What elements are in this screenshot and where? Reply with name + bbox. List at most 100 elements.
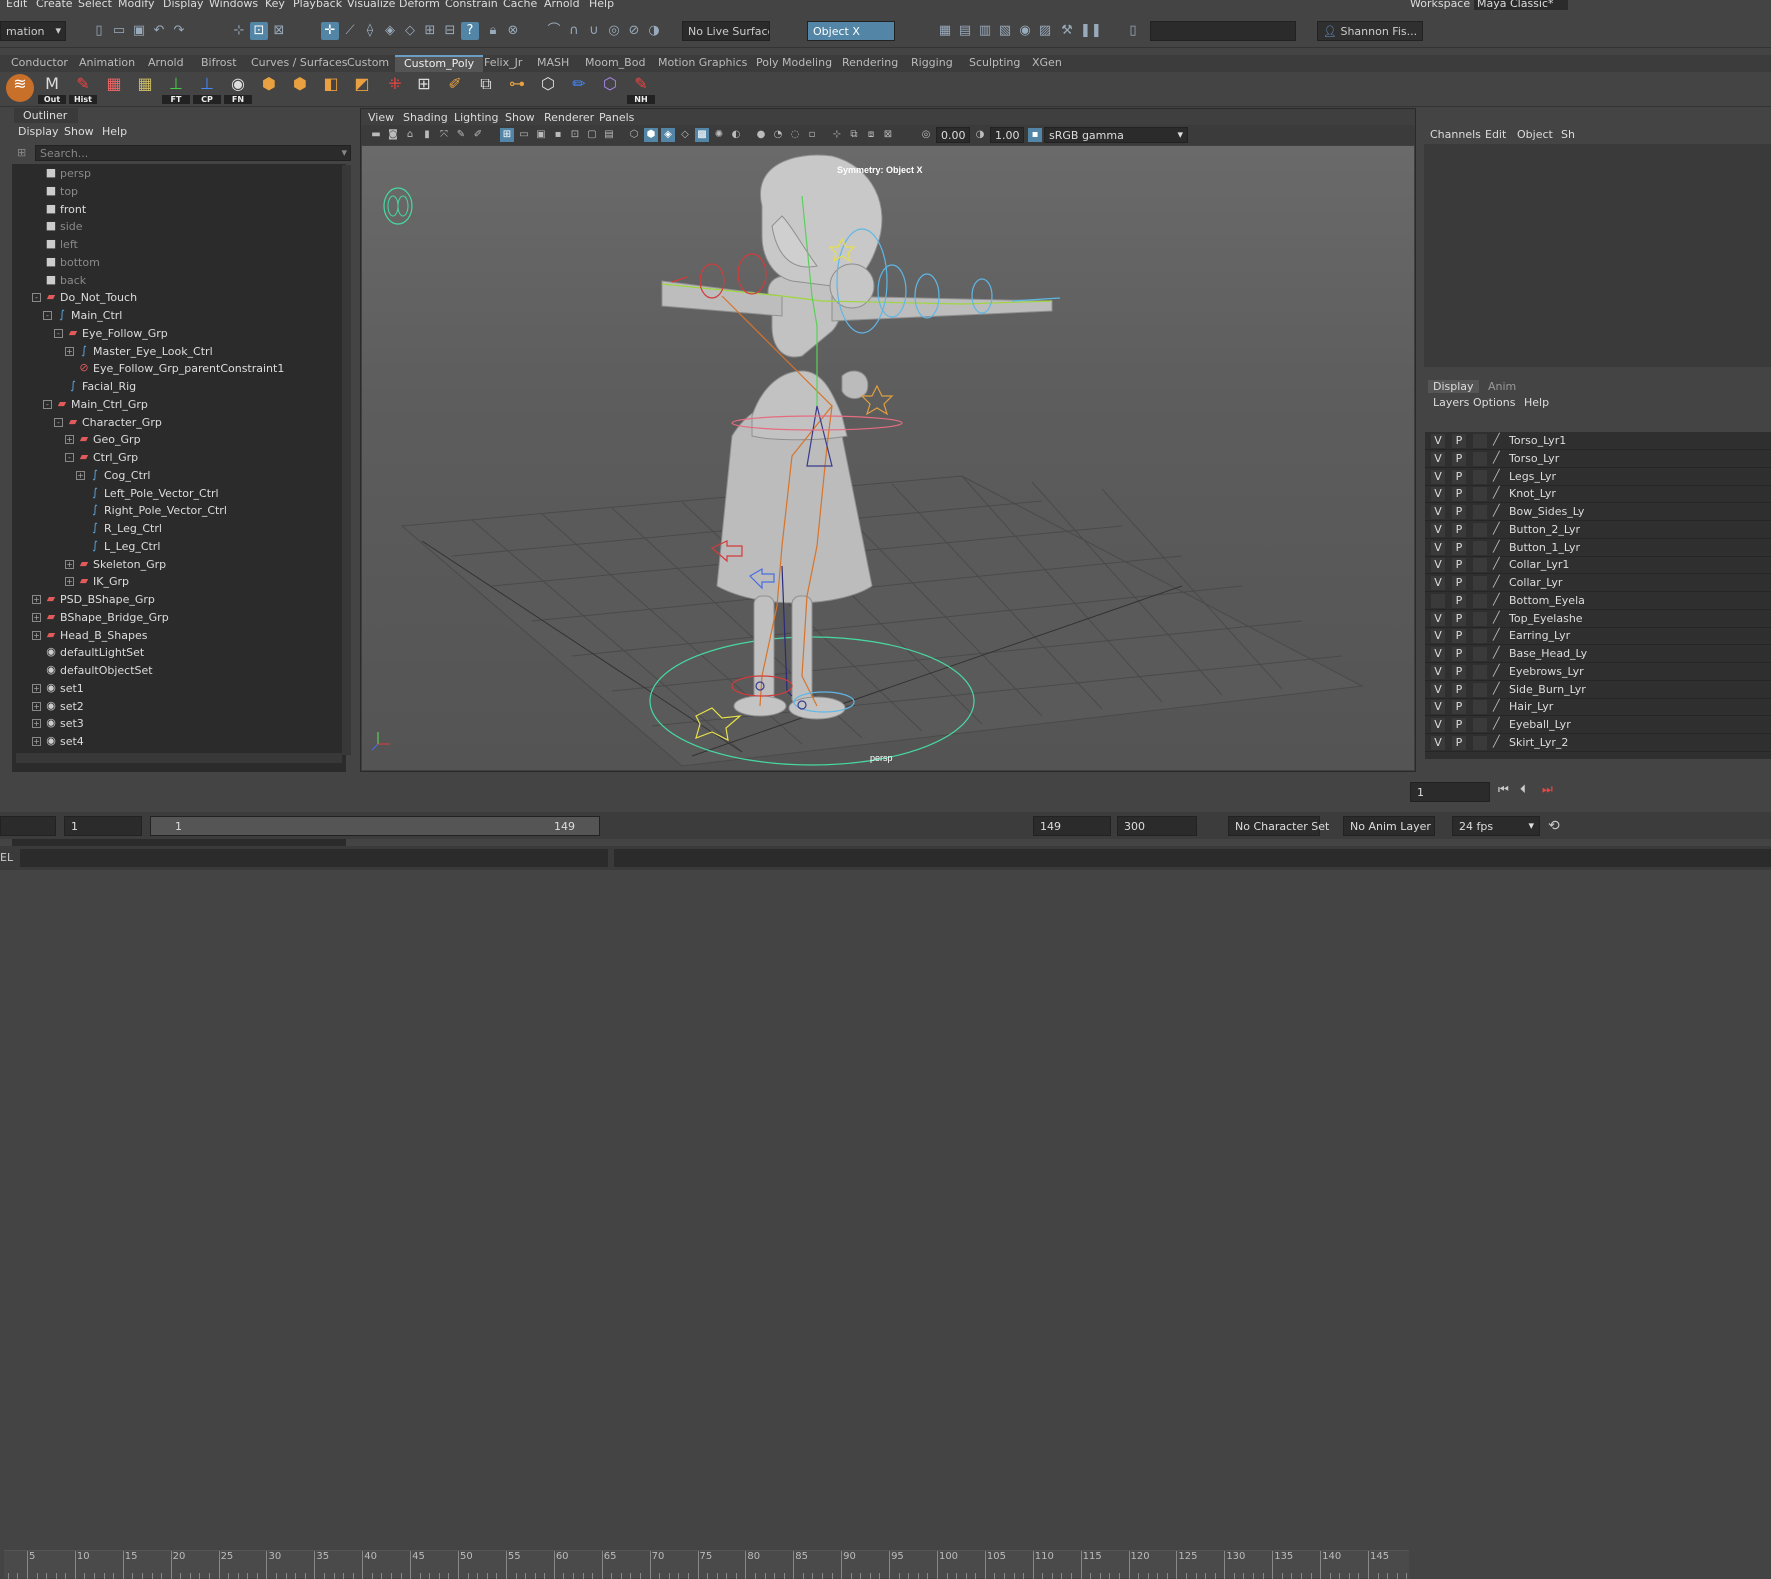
outliner-item[interactable]: + ∫ Master_Eye_Look_Ctrl: [12, 342, 342, 360]
bevel-button[interactable]: ⧉: [472, 74, 500, 102]
gamma-icon[interactable]: ◑: [973, 128, 987, 142]
menu-edit[interactable]: Edit: [6, 0, 27, 10]
outliner-item[interactable]: ⊘ Eye_Follow_Grp_parentConstraint1: [12, 359, 342, 377]
layer-menu-layers[interactable]: Layers: [1433, 396, 1469, 409]
layer-visibility-toggle[interactable]: V: [1431, 505, 1445, 519]
select-object-icon[interactable]: ⊡: [250, 22, 268, 40]
outliner-menu-help[interactable]: Help: [102, 125, 127, 138]
tab-rigging[interactable]: Rigging: [902, 55, 962, 72]
layer-playback-toggle[interactable]: P: [1452, 682, 1466, 697]
ipr-render-icon[interactable]: ▥: [976, 22, 994, 40]
layer-color-icon[interactable]: ╱: [1493, 611, 1500, 624]
paint-skin-button[interactable]: ✏: [565, 74, 593, 102]
magnet-live-icon[interactable]: ◑: [645, 22, 663, 40]
layer-visibility-toggle[interactable]: V: [1431, 522, 1445, 537]
menu-select[interactable]: Select: [78, 0, 112, 10]
outliner-item[interactable]: ∫ R_Leg_Ctrl: [12, 519, 342, 537]
film-gate-icon[interactable]: ▭: [517, 128, 531, 142]
tab-xgen[interactable]: XGen: [1023, 55, 1071, 72]
render-view-icon[interactable]: ▨: [1036, 22, 1054, 40]
outliner-item[interactable]: + ◉ set2: [12, 697, 342, 715]
tab-anim-layers[interactable]: Anim: [1488, 380, 1516, 393]
magnet-curve-icon[interactable]: ∩: [565, 22, 583, 40]
layer-color-icon[interactable]: ╱: [1493, 699, 1500, 712]
grid-button[interactable]: ⊞: [410, 74, 438, 102]
outliner-item[interactable]: ■ back: [12, 271, 342, 289]
layer-type-toggle[interactable]: [1473, 451, 1487, 466]
outliner-item[interactable]: - ▰ Do_Not_Touch: [12, 288, 342, 306]
layer-playback-toggle[interactable]: P: [1452, 735, 1466, 750]
layer-playback-toggle[interactable]: P: [1452, 700, 1466, 715]
current-frame-field[interactable]: 1: [1410, 782, 1490, 802]
tab-mash[interactable]: MASH: [528, 55, 578, 72]
layer-visibility-toggle[interactable]: V: [1431, 735, 1445, 750]
anim-layer-select[interactable]: No Anim Layer: [1343, 816, 1435, 836]
safe-action-icon[interactable]: ▢: [585, 128, 599, 142]
mash-shelf-button[interactable]: ≋: [6, 74, 34, 102]
outliner-item[interactable]: + ▰ IK_Grp: [12, 572, 342, 590]
xray-components-icon[interactable]: ⊠: [881, 128, 895, 142]
cb-menu-channels[interactable]: Channels: [1430, 128, 1481, 141]
playback-end-field[interactable]: 149: [1033, 816, 1111, 836]
redo-icon[interactable]: ↷: [170, 22, 188, 40]
layer-type-toggle[interactable]: [1473, 487, 1487, 502]
menu-arnold[interactable]: Arnold: [544, 0, 580, 10]
layer-type-toggle[interactable]: [1473, 611, 1487, 626]
select-hierarchy-icon[interactable]: ⊹: [230, 22, 248, 40]
workspace-select[interactable]: Maya Classic*: [1474, 0, 1568, 10]
collapse-icon[interactable]: -: [65, 453, 74, 462]
outliner-item[interactable]: ◉ defaultObjectSet: [12, 661, 342, 679]
history-icon[interactable]: ⊟: [441, 22, 459, 40]
layer-type-toggle[interactable]: [1473, 664, 1487, 679]
layer-visibility-toggle[interactable]: V: [1431, 611, 1445, 626]
colorspace-select[interactable]: sRGB gamma ▾: [1044, 127, 1188, 143]
cp-shelf-button[interactable]: ⊥ CP: [193, 74, 221, 104]
tab-motion-graphics[interactable]: Motion Graphics: [649, 55, 756, 72]
display-layer-list[interactable]: V P ╱ Torso_Lyr1 V P ╱ Torso_Lyr V P ╱ Legs_Lyr V P ╱ K…: [1425, 432, 1771, 759]
loop-icon[interactable]: ⟲: [1548, 818, 1560, 834]
safe-title-icon[interactable]: ▤: [602, 128, 616, 142]
range-slider[interactable]: 1 149: [150, 816, 600, 836]
wireframe-icon[interactable]: ⬡: [627, 128, 641, 142]
display-layer-row[interactable]: V P ╱ Eyeball_Lyr: [1425, 716, 1771, 734]
gamma-field[interactable]: 1.00: [990, 127, 1024, 143]
vp-menu-renderer[interactable]: Renderer: [544, 111, 594, 124]
outliner-item[interactable]: ■ top: [12, 182, 342, 200]
menu-modify[interactable]: Modify: [118, 0, 154, 10]
layer-visibility-toggle[interactable]: V: [1431, 469, 1445, 484]
layer-menu-help[interactable]: Help: [1524, 396, 1549, 409]
menu-deform[interactable]: Deform: [399, 0, 440, 10]
display-layer-row[interactable]: V P ╱ Earring_Lyr: [1425, 627, 1771, 646]
menu-display[interactable]: Display: [163, 0, 204, 10]
lock-icon[interactable]: 🔒︎: [484, 22, 502, 40]
tab-bifrost[interactable]: Bifrost: [192, 55, 246, 72]
user-account-button[interactable]: 👤︎ Shannon Fis...: [1317, 21, 1423, 41]
tab-animation[interactable]: Animation: [70, 55, 144, 72]
magnet-icon[interactable]: ⌒: [545, 22, 563, 40]
outliner-menu-display[interactable]: Display: [18, 125, 59, 138]
command-line-language[interactable]: EL: [0, 851, 13, 864]
outliner-item[interactable]: ∫ L_Leg_Ctrl: [12, 537, 342, 555]
layer-color-icon[interactable]: ╱: [1493, 557, 1500, 570]
layer-type-toggle[interactable]: [1473, 505, 1487, 519]
tab-moom-bod[interactable]: Moom_Bod: [576, 55, 654, 72]
expand-icon[interactable]: +: [65, 346, 74, 356]
menu-windows[interactable]: Windows: [209, 0, 258, 10]
go-to-start-icon[interactable]: ⏮: [1498, 782, 1509, 797]
layer-color-icon[interactable]: ╱: [1493, 540, 1500, 553]
2d-pan-icon[interactable]: ⤧: [437, 128, 451, 142]
outliner-search-input[interactable]: Search... ▾: [35, 145, 351, 161]
expand-icon[interactable]: +: [65, 577, 74, 587]
layer-playback-toggle[interactable]: P: [1452, 629, 1466, 644]
pause-icon[interactable]: ❚❚: [1080, 22, 1102, 40]
expand-icon[interactable]: +: [65, 435, 74, 445]
outliner-item[interactable]: + ▰ PSD_BShape_Grp: [12, 590, 342, 608]
tab-felix-jr[interactable]: Felix_Jr: [475, 55, 531, 72]
snap-surface-icon[interactable]: ◇: [401, 22, 419, 40]
vp-menu-panels[interactable]: Panels: [599, 111, 634, 124]
uv-grid-button[interactable]: ▦: [100, 74, 128, 102]
cube-extrude-button[interactable]: ◧: [317, 74, 345, 102]
render-settings-icon[interactable]: ▧: [996, 22, 1014, 40]
live-surface-field[interactable]: No Live Surface: [682, 21, 770, 41]
time-slider[interactable]: 5 10 15 20 25 30 35 40 45 50 55 60 65 70 75 80 85 90 95 100…: [4, 1550, 1409, 1579]
